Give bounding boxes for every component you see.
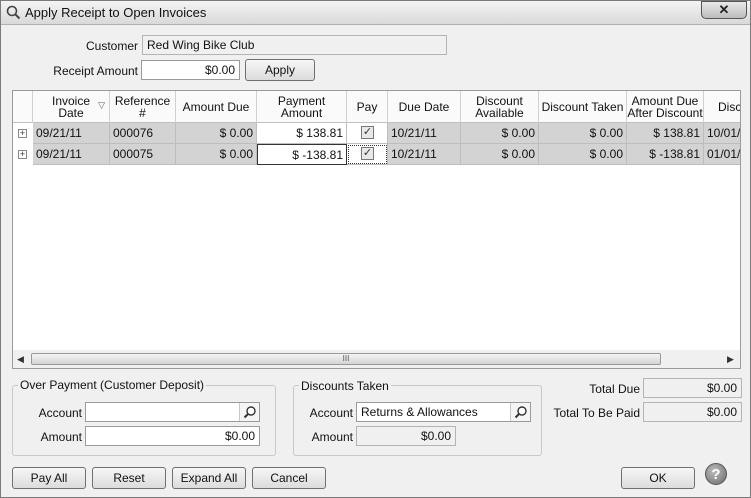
help-icon[interactable]: ? <box>705 463 727 485</box>
pay-all-button[interactable]: Pay All <box>12 467 86 489</box>
header-reference[interactable]: Reference # <box>110 91 176 123</box>
over-payment-amount-label: Amount <box>40 430 82 444</box>
scroll-left-icon[interactable]: ◀ <box>17 354 24 365</box>
horizontal-scrollbar[interactable]: ◀ III ▶ <box>13 350 740 368</box>
cell-amount-due: $ 0.00 <box>176 144 257 165</box>
invoices-grid: Invoice Date ▽ Reference # Amount Due Pay… <box>12 90 741 369</box>
cell-amount-due-after: $ 138.81 <box>627 123 704 144</box>
cell-invoice-date: 09/21/11 <box>33 144 110 165</box>
header-amount-due[interactable]: Amount Due <box>176 91 257 123</box>
header-due-date[interactable]: Due Date <box>388 91 461 123</box>
discounts-amount-label: Amount <box>311 430 353 444</box>
cell-disc: 10/01/1 <box>704 123 740 144</box>
cell-amount-due-after: $ -138.81 <box>627 144 704 165</box>
cell-due-date: 10/21/11 <box>388 123 461 144</box>
apply-button[interactable]: Apply <box>245 59 315 81</box>
discounts-amount-field: $0.00 <box>356 426 456 446</box>
grid-header: Invoice Date ▽ Reference # Amount Due Pay… <box>13 91 740 123</box>
discounts-account-label: Account <box>309 406 353 420</box>
scroll-right-icon[interactable]: ▶ <box>727 354 734 365</box>
over-payment-amount-input[interactable]: $0.00 <box>85 426 260 446</box>
over-payment-account-label: Account <box>38 406 82 420</box>
total-to-be-paid-field: $0.00 <box>643 402 742 422</box>
pay-checkbox[interactable]: ✓ <box>361 126 374 139</box>
cell-reference: 000075 <box>110 144 176 165</box>
cell-pay: ✓ <box>347 144 388 165</box>
header-invoice-date[interactable]: Invoice Date ▽ <box>33 91 110 123</box>
total-to-be-paid-label: Total To Be Paid <box>553 406 640 420</box>
cell-discount-available: $ 0.00 <box>461 123 539 144</box>
cell-invoice-date: 09/21/11 <box>33 123 110 144</box>
cell-discount-taken: $ 0.00 <box>539 144 627 165</box>
table-row[interactable]: + 09/21/11 000076 $ 0.00 $ 138.81 ✓ 10/2… <box>13 123 740 144</box>
expand-all-button[interactable]: Expand All <box>172 467 246 489</box>
expand-row-icon[interactable]: + <box>18 129 27 138</box>
sort-desc-icon: ▽ <box>98 100 105 110</box>
total-due-field: $0.00 <box>643 378 742 398</box>
over-payment-title: Over Payment (Customer Deposit) <box>18 378 207 392</box>
receipt-amount-input[interactable]: $0.00 <box>141 60 240 80</box>
search-icon <box>6 5 21 20</box>
cell-due-date: 10/21/11 <box>388 144 461 165</box>
header-disc[interactable]: Disc <box>704 91 740 123</box>
ok-button[interactable]: OK <box>621 467 695 489</box>
cell-reference: 000076 <box>110 123 176 144</box>
customer-label: Customer <box>85 39 138 53</box>
cell-payment-amount[interactable]: $ -138.81 <box>257 144 347 165</box>
close-button[interactable]: ✕ <box>701 1 747 19</box>
cell-disc: 01/01/8 <box>704 144 740 165</box>
magnifier-icon[interactable] <box>239 403 259 421</box>
total-due-label: Total Due <box>589 382 640 396</box>
cancel-button[interactable]: Cancel <box>252 467 326 489</box>
header-amount-due-after-discount[interactable]: Amount Due After Discount <box>627 91 704 123</box>
table-row[interactable]: + 09/21/11 000075 $ 0.00 $ -138.81 ✓ 10/… <box>13 144 740 165</box>
reset-button[interactable]: Reset <box>92 467 166 489</box>
cell-payment-amount[interactable]: $ 138.81 <box>257 123 347 144</box>
discounts-account-input[interactable]: Returns & Allowances <box>356 402 531 422</box>
scroll-thumb[interactable]: III <box>31 353 661 365</box>
header-payment-amount[interactable]: Payment Amount <box>257 91 347 123</box>
over-payment-account-input[interactable] <box>85 402 260 422</box>
header-discount-taken[interactable]: Discount Taken <box>539 91 627 123</box>
cell-pay: ✓ <box>347 123 388 144</box>
cell-discount-taken: $ 0.00 <box>539 123 627 144</box>
dialog-window: Apply Receipt to Open Invoices ✕ Custome… <box>0 0 751 498</box>
discounts-taken-title: Discounts Taken <box>299 379 391 393</box>
header-pay[interactable]: Pay <box>347 91 388 123</box>
customer-field: Red Wing Bike Club <box>142 35 447 55</box>
header-discount-available[interactable]: Discount Available <box>461 91 539 123</box>
cell-discount-available: $ 0.00 <box>461 144 539 165</box>
expand-row-icon[interactable]: + <box>18 150 27 159</box>
magnifier-icon[interactable] <box>510 403 530 421</box>
header-expand-col <box>13 91 33 123</box>
cell-amount-due: $ 0.00 <box>176 123 257 144</box>
window-title: Apply Receipt to Open Invoices <box>25 5 207 20</box>
title-bar: Apply Receipt to Open Invoices ✕ <box>1 1 750 25</box>
pay-checkbox[interactable]: ✓ <box>361 147 374 160</box>
receipt-amount-label: Receipt Amount <box>53 64 138 78</box>
